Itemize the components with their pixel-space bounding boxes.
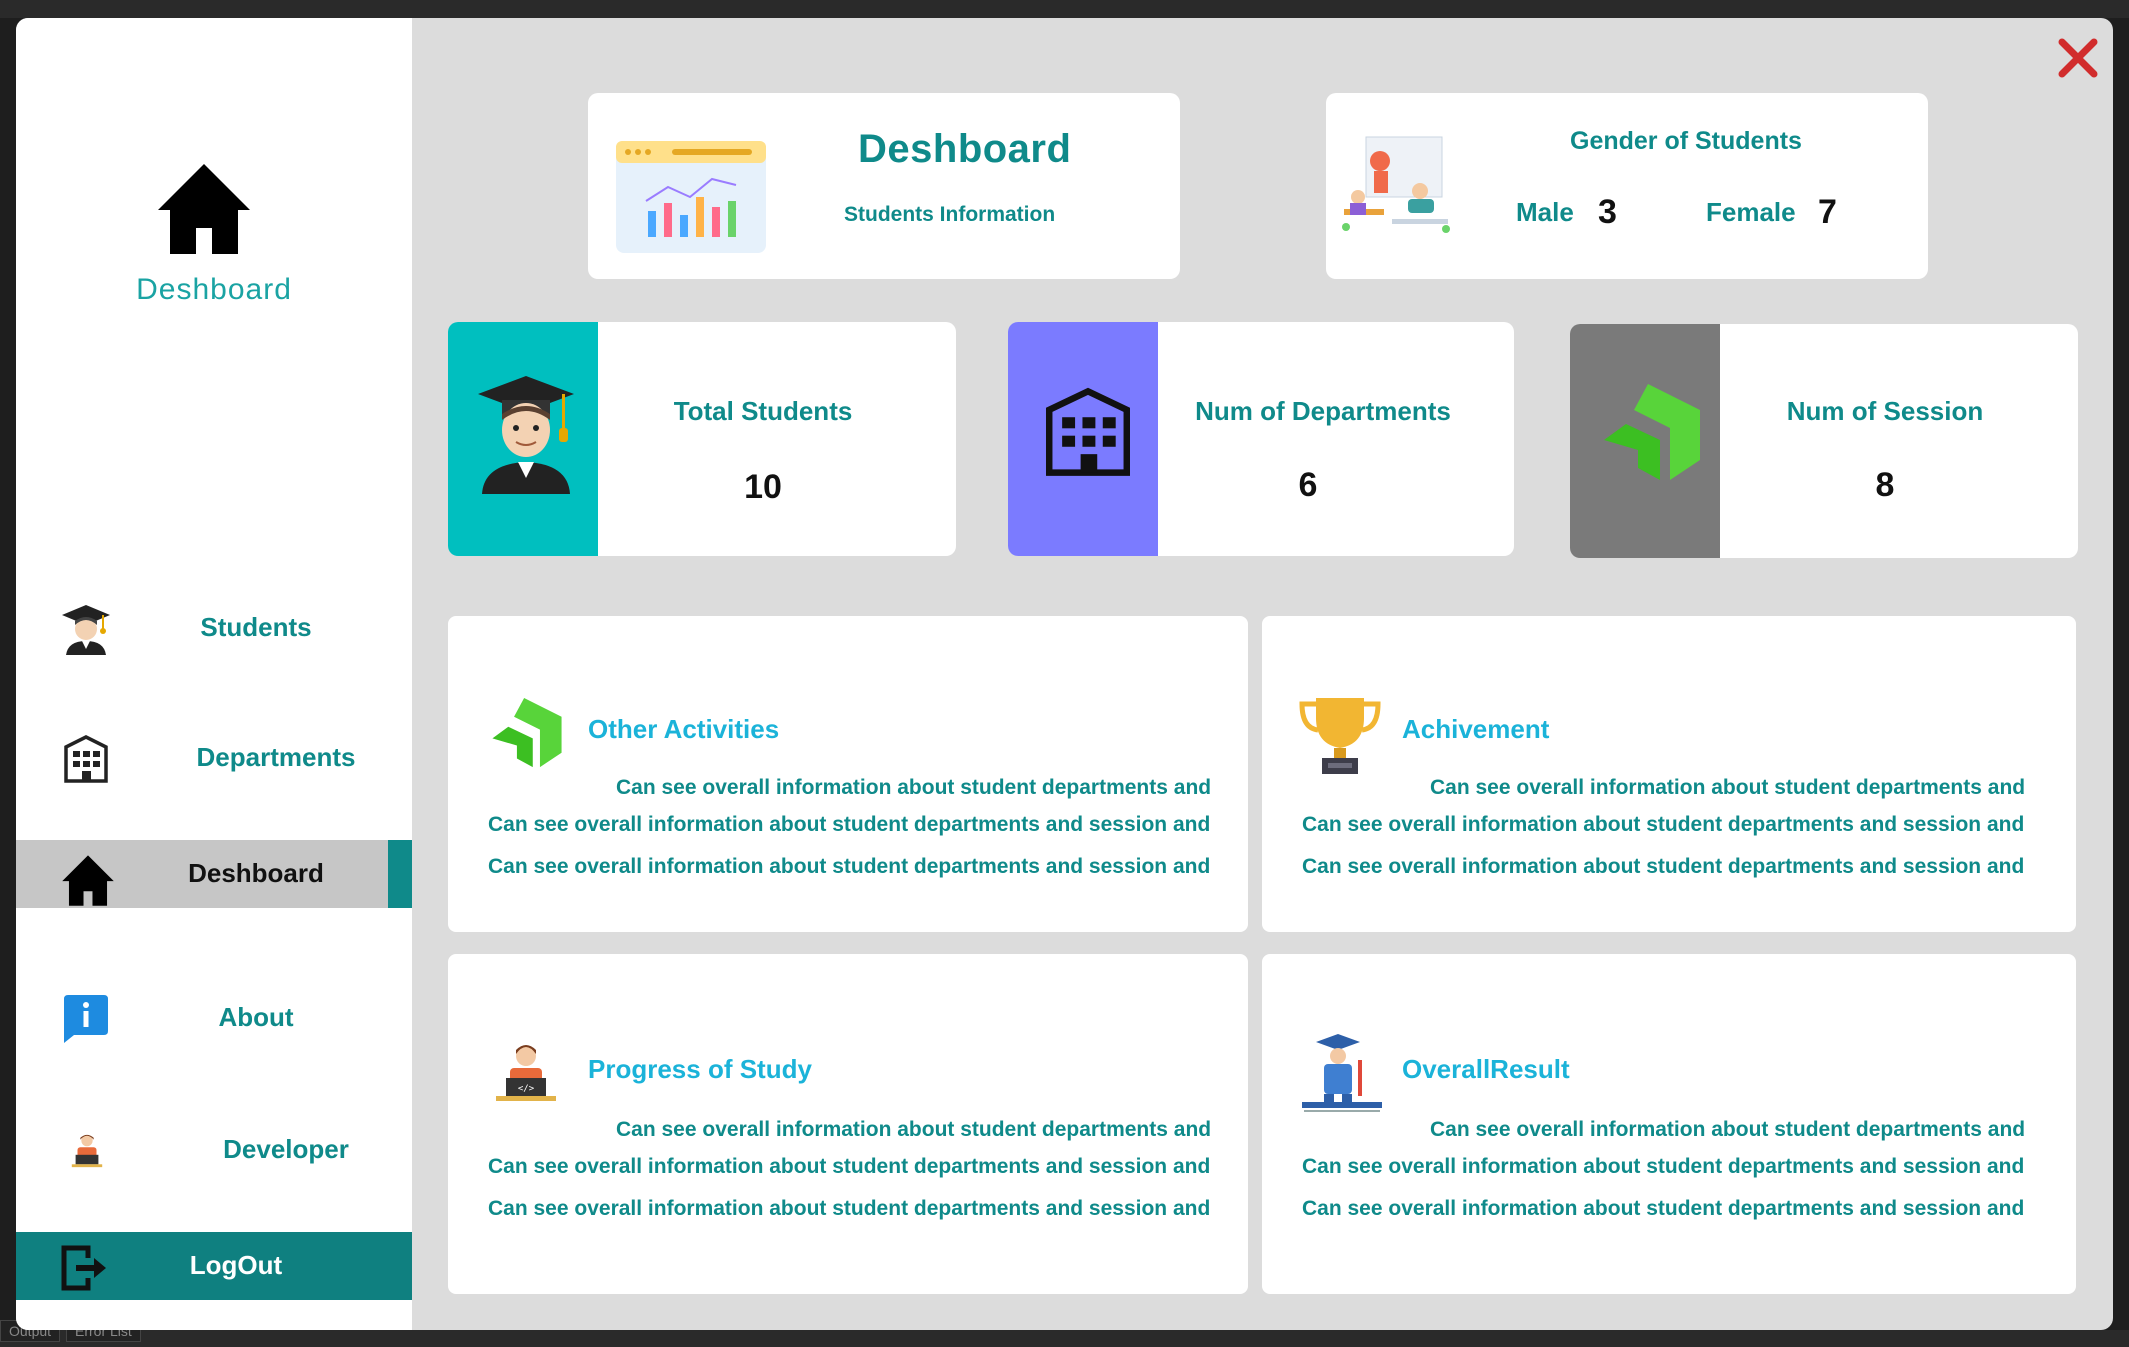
info-icon — [64, 995, 108, 1043]
gender-card-title: Gender of Students — [1570, 127, 1802, 155]
info-card-line: Can see overall information about studen… — [488, 813, 1211, 836]
teacher-icon — [1302, 1034, 1382, 1112]
info-card-overall-result[interactable]: OverallResult Can see overall informatio… — [1262, 954, 2076, 1294]
sidebar-item-departments[interactable]: Departments — [16, 724, 412, 792]
male-count: 3 — [1598, 193, 1617, 231]
sidebar-item-label: Deshboard — [188, 858, 324, 888]
info-card-line: Can see overall information about studen… — [1302, 1155, 2025, 1178]
female-label: Female — [1706, 197, 1796, 227]
stat-label: Num of Session — [1786, 396, 1984, 426]
sidebar-brand-title: Deshboard — [136, 273, 292, 306]
info-card-line: Can see overall information about studen… — [488, 855, 1211, 878]
student-graduate-icon — [478, 376, 574, 494]
info-card-line: Can see overall information about studen… — [1430, 776, 2026, 799]
info-card-other-activities[interactable]: Other Activities Can see overall informa… — [448, 616, 1248, 932]
session-arrows-icon — [1604, 384, 1700, 480]
page-title: Deshboard — [858, 127, 1072, 171]
sidebar: Deshboard Students Departments Deshboard… — [16, 18, 412, 1330]
stat-value: 10 — [744, 468, 782, 506]
info-card-line: Can see overall information about studen… — [1430, 1118, 2026, 1141]
logout-label: LogOut — [189, 1250, 283, 1280]
info-card-title: Other Activities — [588, 714, 780, 744]
students-group-icon — [1342, 136, 1450, 233]
stat-card-sessions[interactable]: Num of Session 8 — [1570, 324, 2078, 558]
sidebar-item-students[interactable]: Students — [16, 594, 412, 662]
gender-card: Gender of Students Male 3 Female 7 — [1326, 93, 1928, 279]
info-card-line: Can see overall information about studen… — [616, 1118, 1212, 1141]
home-icon — [62, 855, 114, 906]
sidebar-item-label: Departments — [196, 742, 356, 772]
activities-arrows-icon — [492, 698, 562, 768]
home-icon — [158, 164, 250, 254]
stat-card-departments[interactable]: Num of Departments 6 — [1008, 322, 1514, 556]
logout-button[interactable]: LogOut — [16, 1232, 412, 1300]
analytics-chart-icon — [616, 141, 766, 253]
info-card-line: Can see overall information about studen… — [488, 1197, 1211, 1220]
trophy-icon — [1299, 698, 1381, 774]
building-icon — [1046, 387, 1130, 476]
stat-label: Total Students — [673, 396, 853, 426]
sidebar-item-developer[interactable]: Developer — [16, 1116, 412, 1184]
info-card-line: Can see overall information about studen… — [1302, 813, 2025, 836]
sidebar-item-about[interactable]: About — [16, 984, 412, 1052]
info-card-title: OverallResult — [1402, 1054, 1570, 1084]
stat-card-total-students[interactable]: Total Students 10 — [448, 322, 956, 556]
coder-icon: </> — [496, 1045, 556, 1101]
dashboard-window: Deshboard Students Departments Deshboard… — [16, 18, 2113, 1330]
info-card-achivement[interactable]: Achivement Can see overall information a… — [1262, 616, 2076, 932]
logout-icon — [61, 1245, 106, 1291]
stat-value: 6 — [1298, 466, 1318, 504]
sidebar-item-label: About — [218, 1002, 294, 1032]
stat-label: Num of Departments — [1195, 396, 1451, 426]
svg-text:</>: </> — [518, 1084, 535, 1094]
developer-icon — [71, 1134, 103, 1168]
sidebar-item-dashboard[interactable]: Deshboard — [16, 840, 412, 908]
female-count: 7 — [1818, 193, 1837, 231]
info-card-line: Can see overall information about studen… — [1302, 1197, 2025, 1220]
sidebar-item-label: Students — [200, 612, 312, 642]
info-card-title: Achivement — [1402, 714, 1550, 744]
ide-top-strip — [0, 0, 2129, 18]
ide-bottom-strip — [0, 1330, 2129, 1347]
sidebar-item-label: Developer — [223, 1134, 349, 1164]
stat-value: 8 — [1875, 466, 1895, 504]
header-card: Deshboard Students Information — [588, 93, 1180, 279]
close-icon[interactable] — [2056, 36, 2100, 80]
building-icon — [64, 735, 108, 783]
info-card-line: Can see overall information about studen… — [488, 1155, 1211, 1178]
info-card-title: Progress of Study — [588, 1054, 812, 1084]
student-graduate-icon — [62, 605, 110, 655]
info-card-progress-of-study[interactable]: </> Progress of Study Can see overall in… — [448, 954, 1248, 1294]
page-subtitle: Students Information — [844, 203, 1056, 226]
active-indicator — [388, 840, 412, 908]
male-label: Male — [1516, 197, 1574, 227]
info-card-line: Can see overall information about studen… — [616, 776, 1212, 799]
info-card-line: Can see overall information about studen… — [1302, 855, 2025, 878]
